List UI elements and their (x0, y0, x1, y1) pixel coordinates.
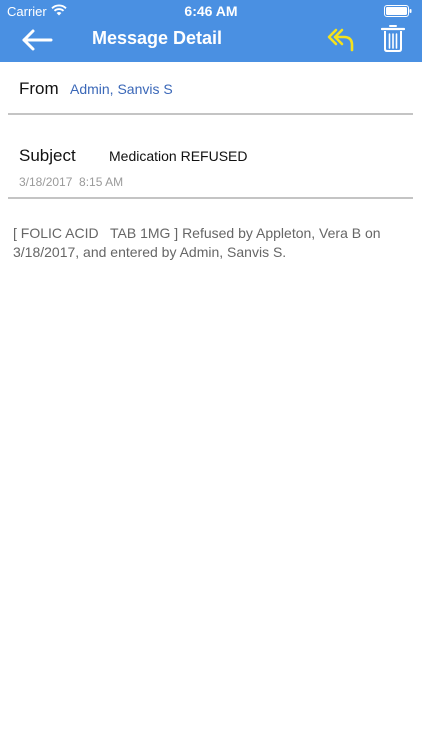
header: Carrier 6:46 AM Message Detail (0, 0, 422, 62)
trash-icon[interactable] (381, 23, 405, 53)
divider (8, 197, 413, 199)
page-title: Message Detail (92, 28, 223, 48)
subject-value: Medication REFUSED (109, 148, 248, 164)
status-time: 6:46 AM (184, 3, 238, 19)
message-body: [ FOLIC ACID TAB 1MG ] Refused by Applet… (13, 225, 385, 260)
from-label: From (19, 79, 59, 98)
from-value: Admin, Sanvis S (70, 81, 173, 97)
nav-bar: Message Detail (0, 22, 422, 62)
battery-icon (384, 5, 412, 17)
subject-label: Subject (19, 146, 76, 165)
message-timestamp: 3/18/2017 8:15 AM (19, 175, 124, 189)
message-detail-screen: Carrier 6:46 AM Message Detail From Admi… (0, 0, 422, 750)
back-arrow-icon[interactable] (20, 26, 56, 54)
divider (8, 113, 413, 115)
status-bar: Carrier 6:46 AM (0, 0, 422, 22)
reply-icon[interactable] (327, 26, 355, 54)
